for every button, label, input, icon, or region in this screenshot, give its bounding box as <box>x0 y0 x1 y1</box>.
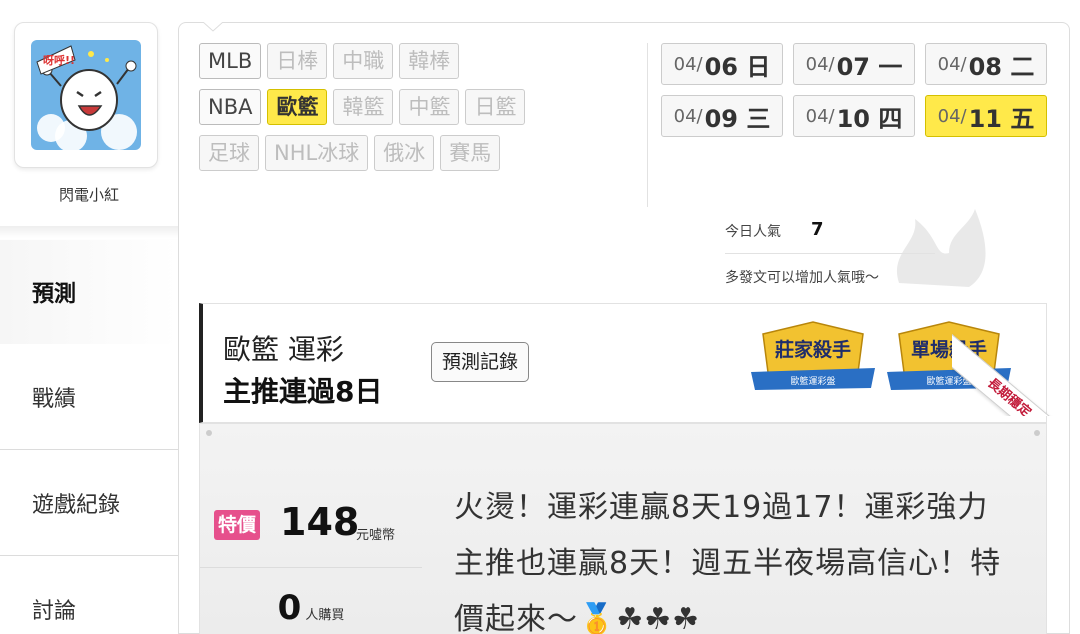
package-body: 特價 148 元噓幣 0 人購買 火燙！運彩連贏8天19過17！運彩強力主推也連贏… <box>199 423 1047 634</box>
date-picker: 04/06 日 04/07 一 04/08 二 04/09 三 04/10 四 … <box>661 43 1061 147</box>
date-day: 09 三 <box>704 104 771 133</box>
sidebar-item-game-log[interactable]: 遊戲紀錄 <box>0 450 178 556</box>
sport-tag-japan-basketball[interactable]: 日籃 <box>465 89 526 125</box>
date-month: 04/ <box>805 53 835 75</box>
price-value: 148 <box>280 500 360 544</box>
flame-watermark-icon <box>896 209 986 287</box>
date-month: 04/ <box>937 53 967 75</box>
buyers-count: 0 人購買 <box>200 588 422 628</box>
sport-filter: MLB 日棒 中職 韓棒 NBA 歐籃 韓籃 中籃 日籃 足球 NHL冰球 俄冰… <box>199 43 639 181</box>
pointer-notch <box>203 22 223 32</box>
package-header: 歐籃 運彩 主推連過8日 預測記錄 莊家殺手 歐籃運彩盤 單場殺手 歐籃運彩盤 … <box>199 303 1072 423</box>
sidebar-item-record[interactable]: 戰績 <box>0 344 178 450</box>
sport-row: MLB 日棒 中職 韓棒 <box>199 43 639 79</box>
date-day: 07 一 <box>836 52 903 81</box>
prediction-record-button[interactable]: 預測記錄 <box>431 342 530 382</box>
username[interactable]: 閃電小紅 <box>0 184 178 205</box>
popularity-divider <box>725 253 935 254</box>
avatar-card[interactable]: 呀呼!! <box>14 22 158 168</box>
special-price-tag: 特價 <box>214 510 261 540</box>
price-box: 特價 148 元噓幣 <box>200 484 422 568</box>
popularity-value: 7 <box>811 219 824 240</box>
page: 呀呼!! 閃電小紅 預測 戰績 遊戲紀錄 討論 MLB 日棒 中職 韓棒 NBA… <box>0 0 1080 634</box>
sport-tag-euro-basketball[interactable]: 歐籃 <box>267 89 328 125</box>
date-day: 10 四 <box>836 104 903 133</box>
date-month: 04/ <box>673 53 703 75</box>
sport-tag-korea-basketball[interactable]: 韓籃 <box>333 89 394 125</box>
dealer-killer-badge-icon: 莊家殺手 歐籃運彩盤 <box>751 321 875 390</box>
sidebar-item-predict[interactable]: 預測 <box>0 240 178 344</box>
date-button[interactable]: 04/07 一 <box>793 43 915 85</box>
sidebar-nav: 預測 戰績 遊戲紀錄 討論 <box>0 240 178 634</box>
sport-tag-china-basketball[interactable]: 中籃 <box>399 89 460 125</box>
package-description[interactable]: 火燙！運彩連贏8天19過17！運彩強力主推也連贏8天！週五半夜場高信心！特價起來… <box>454 480 1014 634</box>
decor-dot <box>1034 430 1040 436</box>
date-button[interactable]: 04/10 四 <box>793 95 915 137</box>
date-button[interactable]: 04/08 二 <box>925 43 1047 85</box>
ribbon-label: 長期穩定 <box>952 334 1072 416</box>
date-month: 04/ <box>805 105 835 127</box>
badge-subtitle: 歐籃運彩盤 <box>790 375 835 387</box>
sport-tag-nhl[interactable]: NHL冰球 <box>265 135 369 171</box>
sport-tag-mlb[interactable]: MLB <box>199 43 262 79</box>
date-row: 04/09 三 04/10 四 04/11 五 <box>661 95 1061 137</box>
date-month: 04/ <box>673 105 703 127</box>
sidebar: 呀呼!! 閃電小紅 預測 戰績 遊戲紀錄 討論 <box>0 0 178 634</box>
popularity-tip: 多發文可以增加人氣哦～ <box>725 270 879 286</box>
avatar-caption: 呀呼!! <box>43 53 75 67</box>
date-button[interactable]: 04/09 三 <box>661 95 783 137</box>
sport-tag-soccer[interactable]: 足球 <box>199 135 259 171</box>
date-button-selected[interactable]: 04/11 五 <box>925 95 1047 137</box>
popularity-label: 今日人氣 <box>725 224 781 240</box>
price-unit: 元噓幣 <box>356 528 396 543</box>
sport-tag-nba[interactable]: NBA <box>199 89 262 125</box>
sport-row: NBA 歐籃 韓籃 中籃 日籃 <box>199 89 639 125</box>
sport-tag-russia-hockey[interactable]: 俄冰 <box>374 135 435 171</box>
sport-tag-horse-racing[interactable]: 賽馬 <box>440 135 501 171</box>
package-subtitle: 主推連過8日 <box>223 375 383 408</box>
buyers-unit: 人購買 <box>305 608 345 623</box>
sidebar-item-discussion[interactable]: 討論 <box>0 556 178 634</box>
badge-title: 莊家殺手 <box>775 338 851 361</box>
date-day: 11 五 <box>968 104 1035 133</box>
package-title: 歐籃 運彩 <box>223 333 344 366</box>
date-button[interactable]: 04/06 日 <box>661 43 783 85</box>
date-day: 08 二 <box>968 52 1035 81</box>
filter-divider <box>647 43 648 207</box>
sport-tag-npb[interactable]: 日棒 <box>267 43 328 79</box>
main-panel: MLB 日棒 中職 韓棒 NBA 歐籃 韓籃 中籃 日籃 足球 NHL冰球 俄冰… <box>178 22 1072 634</box>
date-row: 04/06 日 04/07 一 04/08 二 <box>661 43 1061 85</box>
sport-tag-cpbl[interactable]: 中職 <box>333 43 394 79</box>
date-day: 06 日 <box>704 52 771 81</box>
sidebar-divider <box>0 226 178 238</box>
buyers-number: 0 <box>277 588 302 628</box>
long-term-stable-ribbon: 長期穩定 <box>952 296 1072 416</box>
decor-dot <box>206 430 212 436</box>
sport-tag-kbo[interactable]: 韓棒 <box>399 43 460 79</box>
date-month: 04/ <box>937 105 967 127</box>
avatar[interactable]: 呀呼!! <box>31 40 141 150</box>
sport-row: 足球 NHL冰球 俄冰 賽馬 <box>199 135 639 171</box>
